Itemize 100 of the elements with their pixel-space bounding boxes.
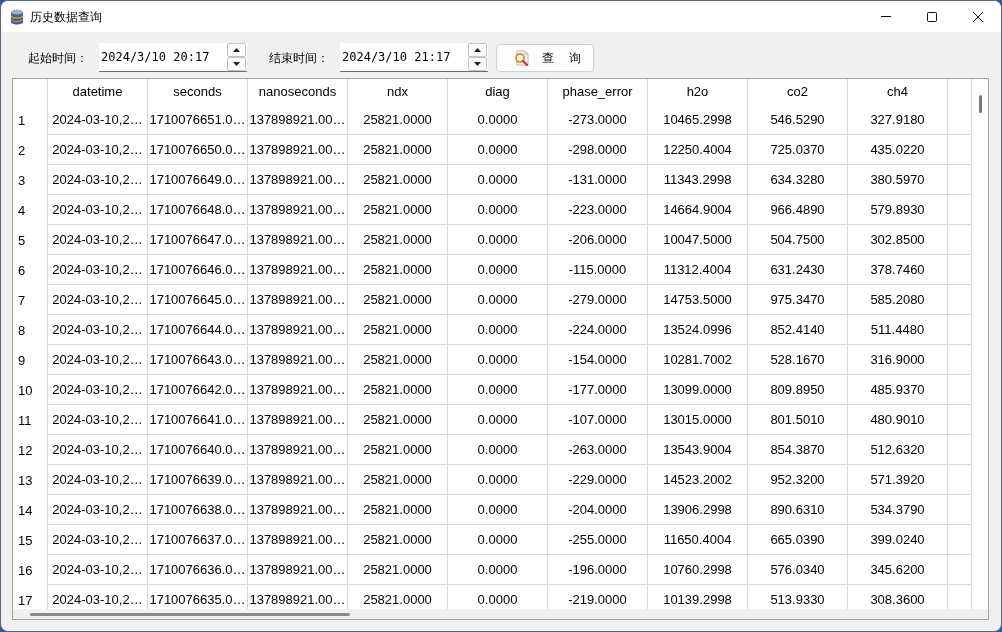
table-cell: 13906.2998 [648, 495, 748, 525]
table-cell: 137898921.00… [248, 165, 348, 195]
table-cell: -279.0000 [548, 285, 648, 315]
column-header[interactable]: seconds [148, 79, 248, 105]
table-cell: 13015.0000 [648, 405, 748, 435]
table-cell: 1710076649.0… [148, 165, 248, 195]
table-cell: 631.2430 [748, 255, 848, 285]
table-cell: 137898921.00… [248, 405, 348, 435]
table-cell: 137898921.00… [248, 255, 348, 285]
table-cell: 1710076647.0… [148, 225, 248, 255]
table-cell: 975.3470 [748, 285, 848, 315]
table-cell: 2024-03-10,2… [48, 165, 148, 195]
table-cell: 435.0220 [848, 135, 948, 165]
table-cell: 579.8930 [848, 195, 948, 225]
column-header[interactable]: ndx [348, 79, 448, 105]
scrollbar-thumb[interactable] [978, 95, 982, 113]
table-cell: -154.0000 [548, 345, 648, 375]
close-icon [973, 11, 983, 22]
table-cell: 1710076651.0… [148, 105, 248, 135]
row-header: 12 [13, 435, 48, 465]
table-cell: 137898921.00… [248, 435, 348, 465]
table-cell: 25821.0000 [348, 285, 448, 315]
column-header[interactable]: datetime [48, 79, 148, 105]
table-cell: 11650.4004 [648, 525, 748, 555]
table-cell: 25821.0000 [348, 465, 448, 495]
table-cell: 2024-03-10,2… [48, 405, 148, 435]
table-cell: 25821.0000 [348, 165, 448, 195]
table-cell: 137898921.00… [248, 135, 348, 165]
table-cell: -224.0000 [548, 315, 648, 345]
table-cell: 2024-03-10,2… [48, 555, 148, 585]
table-cell: 13099.0000 [648, 375, 748, 405]
table-cell: 2024-03-10,2… [48, 435, 148, 465]
table-cell: 1710076638.0… [148, 495, 248, 525]
table-cell: 485.9370 [848, 375, 948, 405]
database-icon [10, 8, 24, 25]
maximize-icon [927, 11, 937, 22]
column-header[interactable]: ch4 [848, 79, 948, 105]
row-header: 3 [13, 165, 48, 195]
row-header: 9 [13, 345, 48, 375]
table-cell: 399.0240 [848, 525, 948, 555]
row-header: 11 [13, 405, 48, 435]
table-cell: 2024-03-10,2… [48, 195, 148, 225]
table-cell: 1710076648.0… [148, 195, 248, 225]
row-header: 5 [13, 225, 48, 255]
table-cell: 137898921.00… [248, 525, 348, 555]
table-cell: 137898921.00… [248, 555, 348, 585]
table-cell: 528.1670 [748, 345, 848, 375]
table-cell: 137898921.00… [248, 465, 348, 495]
table-cell: 10047.5000 [648, 225, 748, 255]
spin-up-button[interactable] [227, 43, 246, 57]
magnifier-document-icon [513, 49, 530, 66]
spin-down-button[interactable] [227, 57, 246, 71]
table-cell: 137898921.00… [248, 195, 348, 225]
table-cell: 571.3920 [848, 465, 948, 495]
table-cell: 12250.4004 [648, 135, 748, 165]
column-header[interactable]: nanoseconds [248, 79, 348, 105]
table-cell: 25821.0000 [348, 555, 448, 585]
table-cell: 0.0000 [448, 105, 548, 135]
table-cell: 0.0000 [448, 525, 548, 555]
table-cell: -204.0000 [548, 495, 648, 525]
table-cell: 0.0000 [448, 495, 548, 525]
table-cell: 25821.0000 [348, 375, 448, 405]
table-cell: 2024-03-10,2… [48, 525, 148, 555]
window-title: 历史数据查询 [30, 8, 102, 26]
table-cell: 1710076642.0… [148, 375, 248, 405]
table-cell: 0.0000 [448, 165, 548, 195]
table-cell: 1710076636.0… [148, 555, 248, 585]
table-cell: 25821.0000 [348, 315, 448, 345]
table-cell: 0.0000 [448, 315, 548, 345]
query-button[interactable]: 查 询 [496, 43, 594, 72]
table-cell: 25821.0000 [348, 435, 448, 465]
column-header[interactable]: phase_error [548, 79, 648, 105]
table-cell: 534.3790 [848, 495, 948, 525]
row-header: 4 [13, 195, 48, 225]
triangle-up-icon [233, 48, 240, 52]
table-cell: 852.4140 [748, 315, 848, 345]
row-header: 8 [13, 315, 48, 345]
spin-down-button[interactable] [468, 57, 487, 71]
table-cell: -177.0000 [548, 375, 648, 405]
spin-up-button[interactable] [468, 43, 487, 57]
row-header: 16 [13, 555, 48, 585]
table-cell: 316.9000 [848, 345, 948, 375]
column-header[interactable]: co2 [748, 79, 848, 105]
table-cell: 854.3870 [748, 435, 848, 465]
table-cell: 2024-03-10,2… [48, 135, 148, 165]
table-cell: 137898921.00… [248, 285, 348, 315]
table-cell: 25821.0000 [348, 225, 448, 255]
minimize-icon [881, 16, 891, 17]
column-header[interactable]: h2o [648, 79, 748, 105]
table-cell: -298.0000 [548, 135, 648, 165]
table-cell: 546.5290 [748, 105, 848, 135]
table-cell: 801.5010 [748, 405, 848, 435]
table-cell: 1710076637.0… [148, 525, 248, 555]
table-cell: 0.0000 [448, 135, 548, 165]
scrollbar-thumb[interactable] [30, 612, 350, 616]
column-header[interactable]: diag [448, 79, 548, 105]
row-header: 2 [13, 135, 48, 165]
table-cell: 137898921.00… [248, 105, 348, 135]
table-cell: 966.4890 [748, 195, 848, 225]
row-header: 6 [13, 255, 48, 285]
